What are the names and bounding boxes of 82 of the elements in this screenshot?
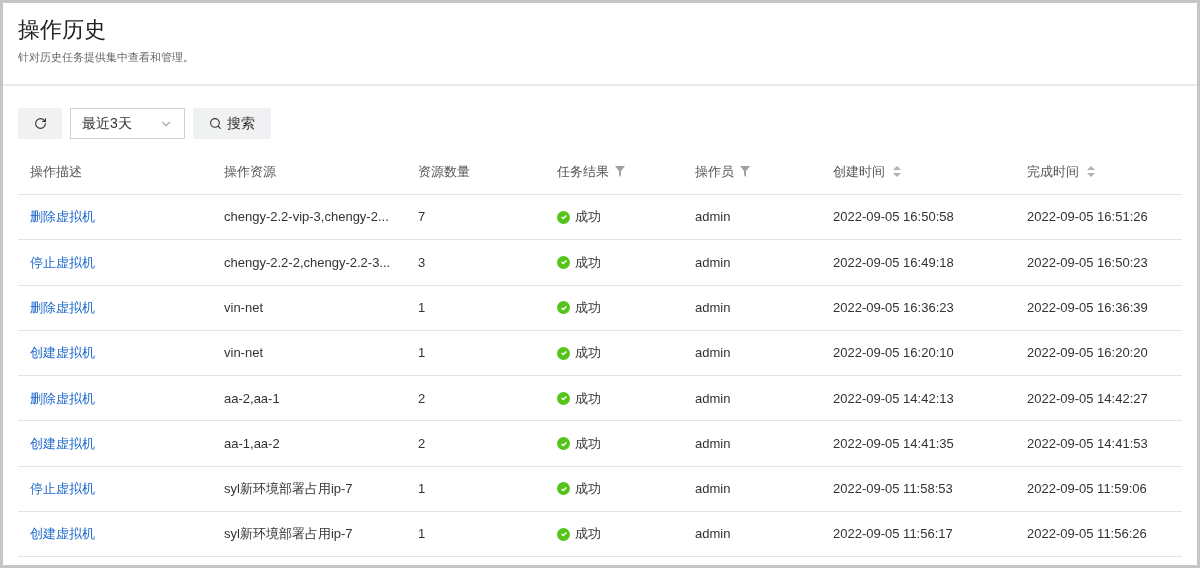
table-cell: 2022-09-05 14:42:13 [833,390,954,406]
column-header: 资源数量 [418,162,470,181]
column-header: 完成时间 [1027,162,1079,181]
table-cell: 2022-09-05 11:56:17 [833,526,953,542]
table-cell: 2022-09-05 16:36:39 [1027,300,1148,315]
filter-icon[interactable] [740,166,750,177]
table-cell: syl新环境部署占用ip-7 [224,481,353,497]
table-cell: chengy-2.2-vip-3,chengy-2... [224,209,389,225]
table-cell: vin-net [224,300,264,315]
table-cell: 1 [418,526,426,542]
table-cell: admin [695,209,731,225]
table-cell: 2022-09-05 11:58:53 [833,481,953,497]
table-cell: 2022-09-05 14:42:27 [1027,390,1148,406]
operation-link[interactable]: 停止虚拟机 [30,254,95,270]
success-icon [557,437,570,451]
time-range-select[interactable]: 最近3天 [70,108,185,139]
page-title: 操作历史 [18,16,107,44]
success-icon [557,210,570,224]
table-cell: 2022-09-05 11:56:26 [1027,526,1147,542]
result-text: 成功 [575,208,601,227]
table-cell: vin-net [224,345,264,361]
refresh-button[interactable] [18,108,62,139]
operation-link[interactable]: 创建虚拟机 [30,526,95,542]
table-cell: aa-1,aa-2 [224,435,280,451]
column-header: 任务结果 [557,162,609,181]
table-cell: admin [695,435,731,451]
table-cell: 2022-09-05 16:50:58 [833,209,954,225]
success-icon [557,527,570,541]
table-cell: 2022-09-05 16:51:26 [1027,209,1148,225]
success-icon [557,255,570,269]
table-cell: 2022-09-05 14:41:35 [833,435,954,451]
table-cell: 1 [418,481,426,497]
success-icon [557,391,570,405]
success-icon [557,301,570,315]
result-text: 成功 [575,253,601,272]
table-cell: 2 [418,435,426,451]
table-cell: 2022-09-05 16:20:10 [833,345,954,361]
success-icon [557,346,570,360]
table-cell: 2 [418,390,426,406]
page-subtitle: 针对历史任务提供集中查看和管理。 [18,50,195,65]
table-cell: 2022-09-05 16:20:20 [1027,345,1148,361]
operation-link[interactable]: 删除虚拟机 [30,300,95,315]
operation-link[interactable]: 删除虚拟机 [30,390,95,406]
table-cell: 3 [418,254,426,270]
table-cell: chengy-2.2-2,chengy-2.2-3... [224,254,391,270]
table-cell: admin [695,481,731,497]
result-text: 成功 [575,299,601,317]
table-cell: syl新环境部署占用ip-7 [224,526,353,542]
operation-link[interactable]: 创建虚拟机 [30,435,95,451]
result-text: 成功 [575,344,601,363]
table-cell: 2022-09-05 14:41:53 [1027,435,1148,451]
filter-icon[interactable] [615,166,625,177]
search-button[interactable]: 搜索 [193,108,271,139]
search-icon [209,117,222,130]
result-text: 成功 [575,480,601,499]
table-cell: admin [695,345,731,361]
table-cell: 2022-09-05 11:59:06 [1027,481,1147,497]
operation-link[interactable]: 删除虚拟机 [30,209,95,225]
table-cell: 1 [418,300,426,315]
table-cell: 1 [418,345,426,361]
refresh-icon [33,117,47,130]
table-cell: admin [695,254,731,270]
result-text: 成功 [575,389,601,408]
table-cell: admin [695,300,731,315]
sort-icon[interactable] [893,166,901,177]
table-cell: 2022-09-05 16:49:18 [833,254,954,270]
table-cell: admin [695,390,731,406]
success-icon [557,482,570,496]
result-text: 成功 [575,525,601,544]
sort-icon[interactable] [1087,166,1095,177]
column-header: 操作资源 [224,162,276,181]
table-cell: aa-2,aa-1 [224,390,280,406]
operation-link[interactable]: 创建虚拟机 [30,345,95,361]
result-text: 成功 [575,434,601,453]
table-cell: 2022-09-05 16:50:23 [1027,254,1148,270]
column-header: 操作描述 [30,162,82,181]
column-header: 操作员 [695,162,734,181]
operation-link[interactable]: 停止虚拟机 [30,481,95,497]
table-cell: admin [695,526,731,542]
table-cell: 7 [418,209,426,225]
column-header: 创建时间 [833,162,885,181]
table-cell: 2022-09-05 16:36:23 [833,300,954,315]
